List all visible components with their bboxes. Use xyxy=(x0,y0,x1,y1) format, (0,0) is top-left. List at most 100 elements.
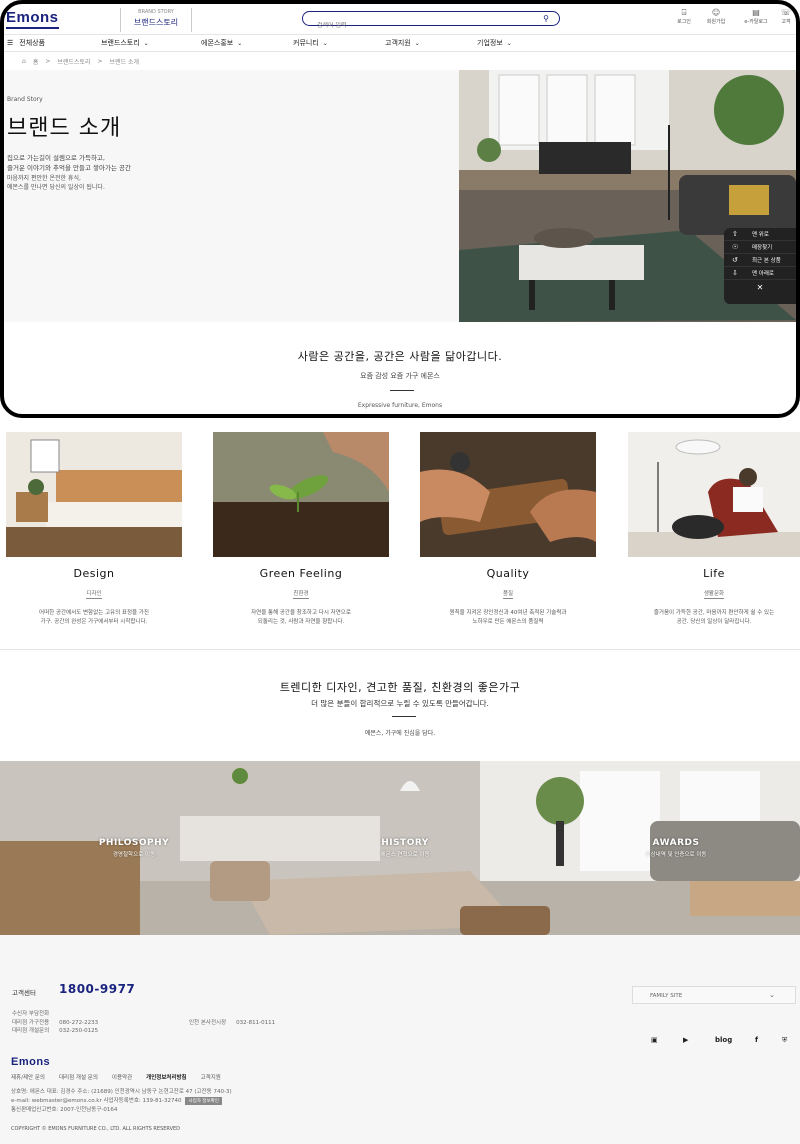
catalog-icon: ▤ xyxy=(752,8,760,17)
hero-intro-line: 집으로 가는길이 설렘으로 가득하고, xyxy=(7,154,105,162)
history-link[interactable]: HISTORY 에몬스 연혁으로 이동 xyxy=(335,838,475,858)
signup-link[interactable]: ☺ 회원가입 xyxy=(700,8,732,26)
support-link[interactable]: ☏ 고객 xyxy=(776,8,796,26)
banner-link-sub: 에몬스 연혁으로 이동 xyxy=(380,852,430,858)
awards-link[interactable]: AWARDS 수상내역 및 인증으로 이동 xyxy=(606,838,746,858)
facebook-icon[interactable]: f xyxy=(755,1036,758,1044)
home-icon[interactable]: ⌂ xyxy=(22,58,26,65)
breadcrumb-home[interactable]: 홈 xyxy=(33,57,39,66)
arrow-down-icon: ⇩ xyxy=(732,269,738,277)
search-input[interactable] xyxy=(317,22,517,29)
section-headline: 트렌디한 디자인, 견고한 품질, 친환경의 좋은가구 xyxy=(279,681,521,694)
instagram-icon[interactable]: ▣ xyxy=(651,1036,658,1044)
hamburger-icon: ☰ xyxy=(7,39,14,47)
cs-row: 인천 본사전시장 032-811-0111 xyxy=(189,1018,275,1026)
feature-title: Life xyxy=(703,567,725,580)
hero-intro-line: 즐거운 이야기와 추억을 만들고 쌓아가는 공간 xyxy=(7,164,131,172)
login-link[interactable]: ⍈ 로그인 xyxy=(668,8,700,26)
feature-life: Life 생활문화 즐거움이 가득한 공간, 마음까지 편안하게 쉴 수 있는 공… xyxy=(628,432,800,627)
feature-desc-line: 자연을 통해 공간을 창조하고 다시 자연으로 xyxy=(251,610,351,616)
quick-label: 맨 아래로 xyxy=(752,271,774,277)
nav-item-community[interactable]: 커뮤니티 ⌄ xyxy=(293,38,385,48)
search-box: ⚲ xyxy=(302,11,560,29)
sub-brand-badge[interactable]: BRAND STORY 브랜드스토리 xyxy=(120,8,192,32)
quick-menu: ⇧ 맨 위로 ☉ 매장찾기 ↺ 최근 본 상품 ⇩ 맨 아래로 ✕ xyxy=(724,228,796,304)
feature-design: Design 디자인 어떠한 공간에서도 변함없는 고유의 표정을 가진 가구. … xyxy=(6,432,182,627)
nav-item-company[interactable]: 기업정보 ⌄ xyxy=(477,38,569,48)
footer-logo[interactable]: Emons xyxy=(11,1056,50,1068)
feature-desc-line: 즐거움이 가득한 공간, 마음까지 편안하게 쉴 수 있는 xyxy=(653,610,775,616)
company-registration: 통신판매업신고번호: 2007-인천남동구-0164 xyxy=(11,1107,118,1113)
banner-link-title: HISTORY xyxy=(381,838,429,848)
cs-row: 수신자 부담전화 xyxy=(12,1009,49,1017)
nav-item-support[interactable]: 고객지원 ⌄ xyxy=(385,38,477,48)
feature-image xyxy=(628,432,800,557)
site-footer: 고객센터 1800-9977 수신자 부담전화 대리점 가구전용 080-272-… xyxy=(0,935,800,1144)
banner-link-title: PHILOSOPHY xyxy=(98,838,170,848)
feature-desc-line: 원칙을 지켜온 장인정신과 40여년 축적된 기술력과 xyxy=(449,610,567,616)
history-icon: ↺ xyxy=(732,256,738,264)
feature-kr: 품질 xyxy=(502,591,514,599)
section-note: 에몬스, 가구에 진심을 담다. xyxy=(364,730,436,737)
nav-label: 에몬스홍보 xyxy=(201,39,234,47)
login-icon: ⍈ xyxy=(681,8,687,17)
footer-link-terms[interactable]: 이용약관 xyxy=(112,1073,132,1081)
youtube-icon[interactable]: ▶ xyxy=(683,1036,688,1044)
section-divider xyxy=(0,649,800,650)
philosophy-link[interactable]: PHILOSOPHY 경영철학으로 이동 xyxy=(64,838,204,858)
chevron-down-icon: ⌄ xyxy=(769,991,775,999)
footer-link-support[interactable]: 고객지원 xyxy=(201,1073,221,1081)
footer-link-privacy[interactable]: 개인정보처리방침 xyxy=(146,1073,186,1081)
shield-icon[interactable]: ⛨ xyxy=(782,1036,787,1045)
nav-label: 고객지원 xyxy=(385,39,411,47)
banner-link-sub: 수상내역 및 인증으로 이동 xyxy=(645,852,707,858)
cs-row-label: 대리점 개설문의 xyxy=(12,1028,50,1034)
feature-desc: 즐거움이 가득한 공간, 마음까지 편안하게 쉴 수 있는공간. 당신의 일상이… xyxy=(628,609,800,627)
business-info-button[interactable]: 사업자 정보확인 xyxy=(185,1097,222,1105)
nav-label: 브랜드스토리 xyxy=(101,39,140,47)
quick-store-button[interactable]: ☉ 매장찾기 xyxy=(724,241,796,254)
search-icon[interactable]: ⚲ xyxy=(543,14,549,23)
nav-item-pr[interactable]: 에몬스홍보 ⌄ xyxy=(201,38,293,48)
catalog-link[interactable]: ▤ e-카탈로그 xyxy=(740,8,772,26)
feature-desc: 어떠한 공간에서도 변함없는 고유의 표정을 가진 가구. 공간의 완성은 가구에… xyxy=(6,609,182,627)
hero-sub-line: 에몬스를 만나면 당신의 일상이 됩니다. xyxy=(7,184,105,191)
banner-link-title: AWARDS xyxy=(652,838,700,848)
nav-all-products[interactable]: ☰ 전체상품 xyxy=(7,38,97,48)
section-subtitle: 더 많은 분들이 합리적으로 누릴 수 있도록 만들어갑니다. xyxy=(311,699,489,708)
cs-label: 고객센터 xyxy=(12,989,36,997)
feature-title: Design xyxy=(73,567,115,580)
brand-logo[interactable]: Emons xyxy=(6,9,59,29)
quick-bottom-button[interactable]: ⇩ 맨 아래로 xyxy=(724,267,796,280)
company-contact: e-mail: webmaster@emons.co.kr 사업자등록번호: 1… xyxy=(11,1096,222,1105)
blog-link[interactable]: blog xyxy=(715,1036,732,1044)
divider-bar xyxy=(392,716,416,717)
tagline-en: Expressive furniture, Emons xyxy=(357,402,443,409)
breadcrumb: ⌂ 홈 > 브랜드스토리 > 브랜드 소개 xyxy=(22,57,146,66)
cs-row: 대리점 가구전용 080-272-2233 xyxy=(12,1018,98,1026)
quick-top-button[interactable]: ⇧ 맨 위로 xyxy=(724,228,796,241)
arrow-up-icon: ⇧ xyxy=(732,230,738,238)
cs-row-value: 032-811-0111 xyxy=(236,1020,276,1026)
sub-brand-eyebrow: BRAND STORY xyxy=(138,9,174,15)
hero-sub: 마음까지 편안한 온전한 휴식, 에몬스를 만나면 당신의 일상이 됩니다. xyxy=(7,174,307,192)
feature-desc-line: 가구. 공간의 완성은 가구에서부터 시작합니다. xyxy=(40,619,148,625)
cs-phone: 1800-9977 xyxy=(59,982,136,996)
feature-image xyxy=(6,432,182,557)
main-nav: ☰ 전체상품 브랜드스토리 ⌄ 에몬스홍보 ⌄ 커뮤니티 ⌄ 고객지원 ⌄ 기업정보 ⌄ xyxy=(4,34,796,52)
divider-bar xyxy=(390,390,414,391)
feature-desc-line: 되돌리는 것, 사람과 자연을 향합니다. xyxy=(257,619,345,625)
quick-recent-button[interactable]: ↺ 최근 본 상품 xyxy=(724,254,796,267)
footer-link-dealer[interactable]: 대리점 개설 문의 xyxy=(59,1073,98,1081)
footer-link-partnership[interactable]: 제휴/제안 문의 xyxy=(11,1073,45,1081)
feature-desc: 자연을 통해 공간을 창조하고 다시 자연으로되돌리는 것, 사람과 자연을 향… xyxy=(213,609,389,627)
feature-desc-line: 공간. 당신의 일상이 달라집니다. xyxy=(676,619,752,625)
close-icon[interactable]: ✕ xyxy=(724,283,796,292)
feature-title: Green Feeling xyxy=(259,567,343,580)
hero-intro: 집으로 가는길이 설렘으로 가득하고, 즐거운 이야기와 추억을 만들고 쌓아가… xyxy=(7,153,307,173)
tagline-sub: 요즘 감성 요즘 가구 에몬스 xyxy=(360,372,440,380)
family-site-select[interactable]: FAMILY SITE ⌄ xyxy=(632,986,796,1004)
breadcrumb-brand-story[interactable]: 브랜드스토리 xyxy=(57,57,90,66)
cs-row-label: 수신자 부담전화 xyxy=(12,1011,50,1017)
nav-item-brand-story[interactable]: 브랜드스토리 ⌄ xyxy=(101,38,193,48)
